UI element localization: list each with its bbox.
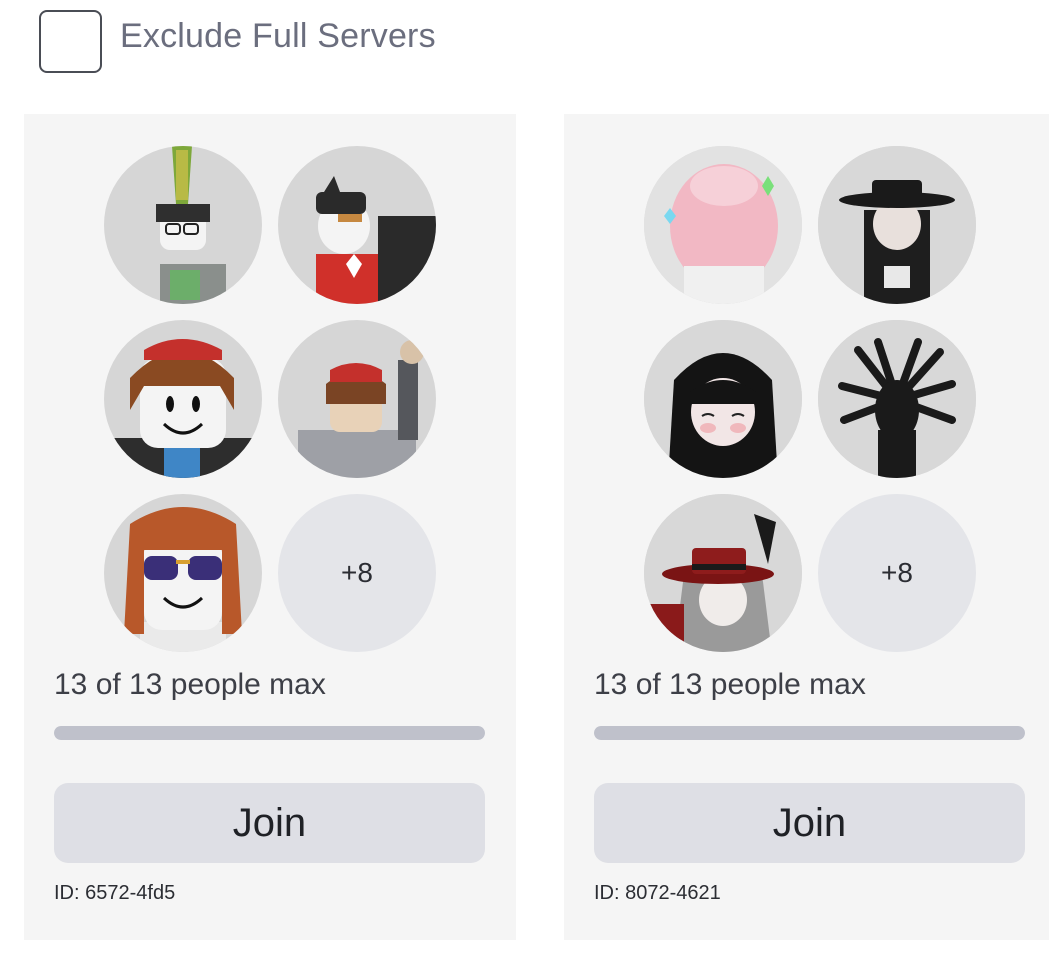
server-card: +8 13 of 13 people max Join ID: 8072-462… (564, 114, 1049, 940)
exclude-full-servers-checkbox[interactable] (39, 10, 102, 73)
player-avatar[interactable] (644, 494, 802, 652)
server-card: +8 13 of 13 people max Join ID: 6572-4fd… (24, 114, 516, 940)
server-capacity-bar (594, 726, 1025, 740)
exclude-full-servers-filter[interactable]: Exclude Full Servers (39, 10, 436, 73)
server-capacity-bar-fill (594, 726, 1025, 740)
player-avatar[interactable] (104, 320, 262, 478)
player-avatar[interactable] (278, 146, 436, 304)
player-avatar[interactable] (818, 320, 976, 478)
join-button[interactable]: Join (54, 783, 485, 863)
server-capacity-text: 13 of 13 people max (594, 668, 866, 701)
player-avatar[interactable] (818, 146, 976, 304)
join-button[interactable]: Join (594, 783, 1025, 863)
player-avatar[interactable] (644, 146, 802, 304)
player-avatar[interactable] (644, 320, 802, 478)
more-players-indicator[interactable]: +8 (818, 494, 976, 652)
player-avatar[interactable] (104, 146, 262, 304)
server-id: ID: 8072-4621 (594, 882, 721, 904)
more-players-indicator[interactable]: +8 (278, 494, 436, 652)
player-avatar[interactable] (104, 494, 262, 652)
server-capacity-text: 13 of 13 people max (54, 668, 326, 701)
player-avatar[interactable] (278, 320, 436, 478)
server-capacity-bar (54, 726, 485, 740)
server-capacity-bar-fill (54, 726, 485, 740)
server-id: ID: 6572-4fd5 (54, 882, 176, 904)
exclude-full-servers-label: Exclude Full Servers (120, 17, 436, 55)
